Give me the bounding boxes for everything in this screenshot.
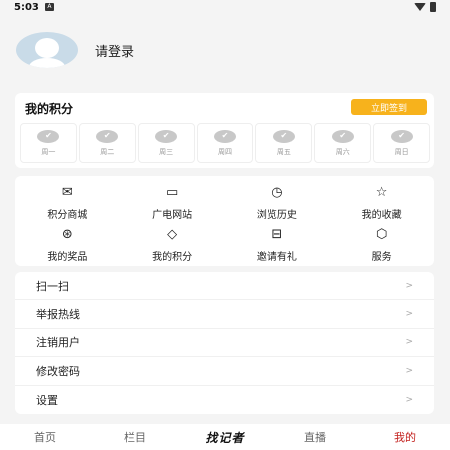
- day-label: 周六: [335, 147, 350, 156]
- battery-icon: [430, 2, 436, 12]
- points-title: 我的积分: [25, 102, 74, 116]
- nav-home[interactable]: 首页: [0, 429, 90, 445]
- menu-item-report-hotline[interactable]: 举报热线 >: [15, 300, 434, 329]
- day-item: ✔ 周四: [196, 123, 254, 163]
- chevron-right-icon: >: [405, 280, 413, 291]
- nav-columns[interactable]: 栏目: [90, 429, 180, 445]
- grid-item-label: 服务: [371, 252, 392, 263]
- grid-item-service[interactable]: ⬡ 服务: [329, 224, 434, 266]
- cube-icon: ⬡: [375, 227, 388, 242]
- day-item: ✔ 周一: [20, 123, 77, 163]
- menu-item-label: 举报热线: [36, 308, 80, 322]
- prize-icon: ⊛: [61, 227, 73, 242]
- checkin-days: ✔ 周一 ✔ 周二 ✔ 周三 ✔ 周四 ✔ 周五 ✔ 周六 ✔ 周日: [20, 123, 431, 163]
- bottom-nav: 首页 栏目 找记者 直播 我的: [0, 424, 450, 450]
- chevron-right-icon: >: [405, 365, 413, 376]
- menu-item-deactivate[interactable]: 注销用户 >: [15, 329, 434, 358]
- grid-item-history[interactable]: ◷ 浏览历史: [225, 182, 330, 224]
- menu-item-settings[interactable]: 设置 >: [15, 386, 434, 414]
- gift-icon: ⊟: [271, 227, 283, 242]
- day-label: 周二: [100, 147, 115, 156]
- menu-item-label: 设置: [36, 393, 58, 407]
- day-label: 周三: [159, 147, 174, 156]
- grid-item-label: 我的积分: [152, 252, 193, 263]
- check-icon: ✔: [37, 129, 60, 143]
- diamond-icon: ◇: [167, 227, 178, 242]
- grid-item-label: 邀请有礼: [256, 252, 297, 263]
- grid-item-label: 浏览历史: [256, 210, 297, 221]
- clock-icon: ◷: [271, 185, 283, 200]
- day-label: 周日: [394, 147, 409, 156]
- points-card: 我的积分 立即签到 ✔ 周一 ✔ 周二 ✔ 周三 ✔ 周四 ✔ 周五 ✔ 周六 ✔ 周日: [15, 93, 434, 168]
- menu-list-card: 扫一扫 > 举报热线 > 注销用户 > 修改密码 > 设置 >: [15, 272, 434, 414]
- avatar-head: [35, 38, 59, 58]
- nav-mine[interactable]: 我的: [360, 429, 450, 445]
- profile-header[interactable]: 请登录: [16, 32, 134, 68]
- status-indicators: [414, 2, 436, 12]
- status-time: 5:03: [14, 1, 39, 13]
- check-icon: ✔: [390, 129, 413, 143]
- grid-item-my-points[interactable]: ◇ 我的积分: [120, 224, 225, 266]
- envelope-icon: ✉: [61, 185, 73, 200]
- day-label: 周五: [276, 147, 291, 156]
- day-label: 周四: [218, 147, 232, 156]
- menu-item-label: 注销用户: [36, 336, 80, 350]
- grid-item-label: 广电网站: [152, 210, 193, 221]
- wifi-icon: [414, 3, 426, 11]
- checkin-button[interactable]: 立即签到: [351, 99, 427, 115]
- menu-item-label: 扫一扫: [36, 279, 69, 293]
- day-item: ✔ 周六: [314, 123, 372, 163]
- grid-item-invite[interactable]: ⊟ 邀请有礼: [225, 224, 330, 266]
- check-icon: ✔: [272, 129, 295, 143]
- menu-item-change-password[interactable]: 修改密码 >: [15, 357, 434, 386]
- grid-item-label: 积分商城: [47, 210, 88, 221]
- avatar-shoulders: [29, 58, 65, 68]
- grid-item-broadcast-site[interactable]: ▭ 广电网站: [120, 182, 225, 224]
- check-icon: ✔: [214, 129, 236, 143]
- menu-item-scan[interactable]: 扫一扫 >: [15, 272, 434, 301]
- chevron-right-icon: >: [405, 309, 413, 320]
- check-icon: ✔: [96, 129, 119, 143]
- menu-item-label: 修改密码: [36, 364, 80, 378]
- nav-live[interactable]: 直播: [270, 429, 360, 445]
- check-icon: ✔: [331, 129, 354, 143]
- day-item: ✔ 周五: [255, 123, 313, 163]
- day-item: ✔ 周三: [137, 123, 195, 163]
- grid-item-favorites[interactable]: ☆ 我的收藏: [329, 182, 434, 224]
- login-link[interactable]: 请登录: [95, 41, 134, 60]
- grid-item-points-mall[interactable]: ✉ 积分商城: [15, 182, 120, 224]
- chevron-right-icon: >: [405, 394, 413, 405]
- monitor-icon: ▭: [165, 185, 179, 200]
- chevron-right-icon: >: [405, 337, 413, 348]
- day-item: ✔ 周日: [373, 123, 431, 163]
- status-bar: 5:03 A: [0, 0, 450, 14]
- day-label: 周一: [41, 147, 56, 156]
- star-icon: ☆: [375, 185, 388, 200]
- grid-item-label: 我的收藏: [361, 210, 402, 221]
- grid-item-label: 我的奖品: [47, 252, 88, 263]
- check-icon: ✔: [155, 129, 178, 143]
- nav-logo[interactable]: 找记者: [180, 429, 270, 446]
- notification-icon: A: [44, 3, 54, 11]
- avatar[interactable]: [16, 32, 78, 68]
- day-item: ✔ 周二: [78, 123, 136, 163]
- grid-item-prizes[interactable]: ⊛ 我的奖品: [15, 224, 120, 266]
- feature-grid-card: ✉ 积分商城 ▭ 广电网站 ◷ 浏览历史 ☆ 我的收藏 ⊛ 我的奖品 ◇ 我的积分 ⊟ 邀请有…: [15, 176, 434, 266]
- feature-grid: ✉ 积分商城 ▭ 广电网站 ◷ 浏览历史 ☆ 我的收藏 ⊛ 我的奖品 ◇ 我的积分 ⊟ 邀请有…: [15, 182, 434, 266]
